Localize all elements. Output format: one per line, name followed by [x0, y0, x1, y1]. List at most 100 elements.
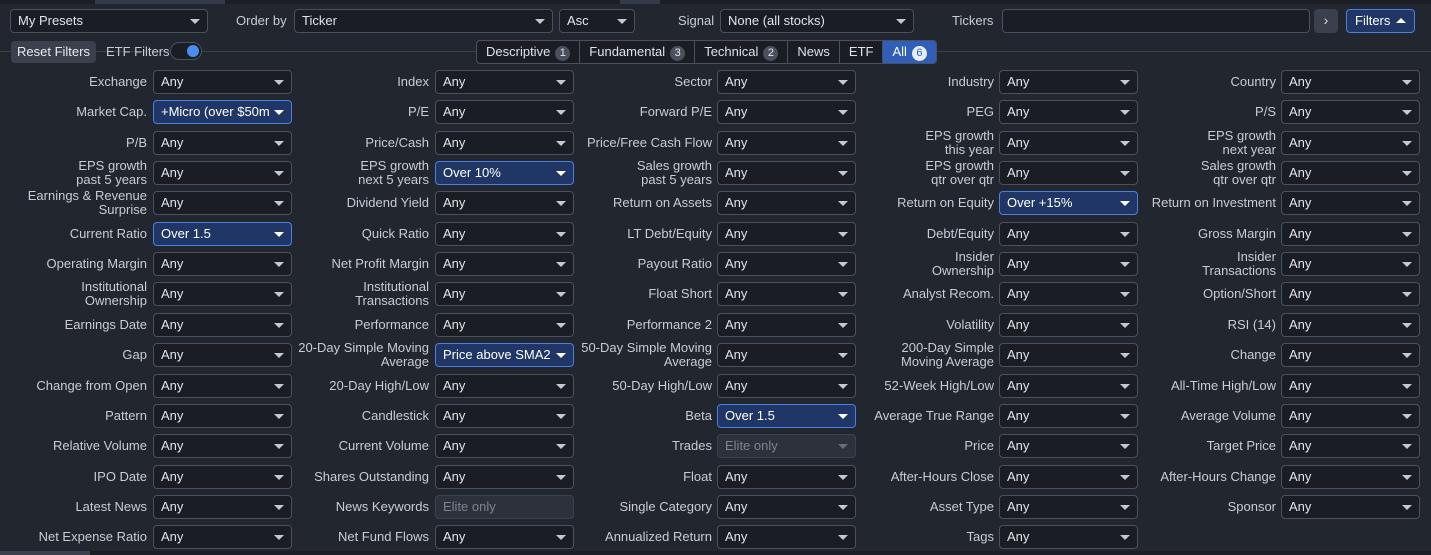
filter-select-rsi-14[interactable]: Any	[1281, 313, 1420, 337]
filter-select-performance-2[interactable]: Any	[717, 313, 856, 337]
filter-select-eps-growth-next-year[interactable]: Any	[1281, 131, 1420, 155]
filter-select-relative-volume[interactable]: Any	[153, 434, 292, 458]
tab-descriptive[interactable]: Descriptive 1	[477, 41, 581, 63]
reset-filters-button[interactable]: Reset Filters	[11, 41, 96, 63]
filter-select-eps-growth-past-5-years[interactable]: Any	[153, 161, 292, 185]
tab-etf[interactable]: ETF	[840, 41, 884, 63]
filter-select-index[interactable]: Any	[435, 70, 574, 94]
filter-select-p-b[interactable]: Any	[153, 131, 292, 155]
filter-label-line: Surprise	[98, 202, 147, 217]
filter-select-gap[interactable]: Any	[153, 343, 292, 367]
filter-select-pattern[interactable]: Any	[153, 404, 292, 428]
filter-select-20-day-simple-moving-average[interactable]: Price above SMA20	[435, 343, 574, 367]
filter-select-change-from-open[interactable]: Any	[153, 374, 292, 398]
filter-select-institutional-transactions[interactable]: Any	[435, 282, 574, 306]
filter-select-insider-ownership[interactable]: Any	[999, 252, 1138, 276]
tab-fundamental[interactable]: Fundamental 3	[580, 41, 696, 63]
filter-select-dividend-yield[interactable]: Any	[435, 191, 574, 215]
etf-filters-toggle[interactable]	[170, 42, 202, 60]
filter-select-earnings-revenue-surprise[interactable]: Any	[153, 191, 292, 215]
filter-select-sector[interactable]: Any	[717, 70, 856, 94]
filter-select-p-e[interactable]: Any	[435, 100, 574, 124]
signal-select[interactable]: None (all stocks)	[720, 9, 914, 33]
filter-select-shares-outstanding[interactable]: Any	[435, 465, 574, 489]
filter-select-52-week-high-low[interactable]: Any	[999, 374, 1138, 398]
filter-select-float-short[interactable]: Any	[717, 282, 856, 306]
filter-select-market-cap[interactable]: +Micro (over $50mln)	[153, 100, 292, 124]
tab-all[interactable]: All 6	[883, 41, 936, 63]
filter-select-20-day-high-low[interactable]: Any	[435, 374, 574, 398]
filter-select-current-volume[interactable]: Any	[435, 434, 574, 458]
order-direction-select[interactable]: Asc	[559, 9, 635, 33]
filter-select-tags[interactable]: Any	[999, 525, 1138, 549]
filter-select-average-true-range[interactable]: Any	[999, 404, 1138, 428]
filter-select-200-day-simple-moving-average[interactable]: Any	[999, 343, 1138, 367]
filter-select-price-cash[interactable]: Any	[435, 131, 574, 155]
bottom-scroll-thumb[interactable]	[0, 551, 90, 555]
filter-select-forward-p-e[interactable]: Any	[717, 100, 856, 124]
order-by-select[interactable]: Ticker	[294, 9, 553, 33]
filter-select-net-expense-ratio[interactable]: Any	[153, 525, 292, 549]
filter-select-annualized-return[interactable]: Any	[717, 525, 856, 549]
filter-select-eps-growth-this-year[interactable]: Any	[999, 131, 1138, 155]
filter-label-pattern: Pattern	[105, 409, 147, 423]
filter-select-asset-type[interactable]: Any	[999, 495, 1138, 519]
filter-select-insider-transactions[interactable]: Any	[1281, 252, 1420, 276]
chevron-down-icon	[1120, 444, 1130, 449]
filter-select-lt-debt-equity[interactable]: Any	[717, 222, 856, 246]
filter-select-current-ratio[interactable]: Over 1.5	[153, 222, 292, 246]
filter-select-net-fund-flows[interactable]: Any	[435, 525, 574, 549]
tab-news[interactable]: News	[788, 41, 840, 63]
filter-select-return-on-assets[interactable]: Any	[717, 191, 856, 215]
filter-select-quick-ratio[interactable]: Any	[435, 222, 574, 246]
filter-select-analyst-recom[interactable]: Any	[999, 282, 1138, 306]
filter-select-sponsor[interactable]: Any	[1281, 495, 1420, 519]
filter-select-average-volume[interactable]: Any	[1281, 404, 1420, 428]
filter-select-net-profit-margin[interactable]: Any	[435, 252, 574, 276]
filter-select-gross-margin[interactable]: Any	[1281, 222, 1420, 246]
filter-select-50-day-simple-moving-average[interactable]: Any	[717, 343, 856, 367]
filter-select-sales-growth-past-5-years[interactable]: Any	[717, 161, 856, 185]
filter-select-after-hours-close[interactable]: Any	[999, 465, 1138, 489]
filter-select-eps-growth-qtr-over-qtr[interactable]: Any	[999, 161, 1138, 185]
filter-select-candlestick[interactable]: Any	[435, 404, 574, 428]
chevron-down-icon	[556, 323, 566, 328]
filter-select-industry[interactable]: Any	[999, 70, 1138, 94]
filter-select-performance[interactable]: Any	[435, 313, 574, 337]
filter-select-country[interactable]: Any	[1281, 70, 1420, 94]
filter-select-target-price[interactable]: Any	[1281, 434, 1420, 458]
filter-select-sales-growth-qtr-over-qtr[interactable]: Any	[1281, 161, 1420, 185]
filter-select-50-day-high-low[interactable]: Any	[717, 374, 856, 398]
filter-select-earnings-date[interactable]: Any	[153, 313, 292, 337]
filter-select-return-on-investment[interactable]: Any	[1281, 191, 1420, 215]
filter-select-operating-margin[interactable]: Any	[153, 252, 292, 276]
filter-select-price-free-cash-flow[interactable]: Any	[717, 131, 856, 155]
filter-select-return-on-equity[interactable]: Over +15%	[999, 191, 1138, 215]
filter-label-debt-equity: Debt/Equity	[927, 227, 994, 241]
filter-select-ipo-date[interactable]: Any	[153, 465, 292, 489]
filter-select-all-time-high-low[interactable]: Any	[1281, 374, 1420, 398]
filter-select-volatility[interactable]: Any	[999, 313, 1138, 337]
filter-select-after-hours-change[interactable]: Any	[1281, 465, 1420, 489]
chevron-right-icon[interactable]: ›	[1314, 9, 1338, 33]
filter-select-institutional-ownership[interactable]: Any	[153, 282, 292, 306]
filter-select-float[interactable]: Any	[717, 465, 856, 489]
filter-select-exchange[interactable]: Any	[153, 70, 292, 94]
filter-select-debt-equity[interactable]: Any	[999, 222, 1138, 246]
filter-select-peg[interactable]: Any	[999, 100, 1138, 124]
filter-select-single-category[interactable]: Any	[717, 495, 856, 519]
chevron-down-icon	[1120, 262, 1130, 267]
filter-select-price[interactable]: Any	[999, 434, 1138, 458]
filters-toggle-button[interactable]: Filters	[1346, 9, 1416, 33]
filter-select-eps-growth-next-5-years[interactable]: Over 10%	[435, 161, 574, 185]
filter-select-latest-news[interactable]: Any	[153, 495, 292, 519]
filter-select-beta[interactable]: Over 1.5	[717, 404, 856, 428]
filter-select-p-s[interactable]: Any	[1281, 100, 1420, 124]
tab-technical[interactable]: Technical 2	[695, 41, 789, 63]
filter-select-change[interactable]: Any	[1281, 343, 1420, 367]
presets-select[interactable]: My Presets	[10, 9, 208, 33]
filter-value: Any	[161, 317, 184, 332]
tickers-input[interactable]	[1002, 9, 1310, 33]
filter-select-option-short[interactable]: Any	[1281, 282, 1420, 306]
filter-select-payout-ratio[interactable]: Any	[717, 252, 856, 276]
